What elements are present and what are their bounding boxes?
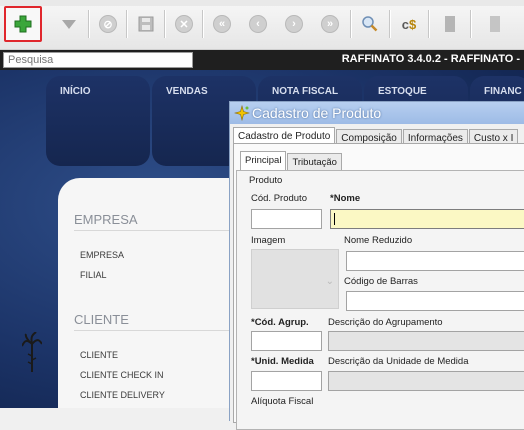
menu-item-filial[interactable]: FILIAL [80,270,107,280]
toolbar-separator [428,10,430,38]
add-icon [14,15,32,33]
label-nome-reduzido: Nome Reduzido [344,235,413,246]
save-icon [138,16,154,32]
search-input[interactable] [3,52,193,68]
sparkle-icon [234,105,250,121]
delete-button[interactable]: ✕ [167,8,201,40]
more-button[interactable] [478,8,512,40]
next-record-icon: › [285,15,303,33]
palm-decoration-icon [22,332,42,372]
dialog-titlebar[interactable]: Cadastro de Produto [230,102,524,124]
label-aliquota: Alíquota Fiscal [251,396,314,407]
section-divider [74,330,244,331]
unid-medida-field[interactable] [251,371,322,391]
last-record-button[interactable]: » [313,8,347,40]
label-desc-unid: Descrição da Unidade de Medida [328,356,469,367]
label-unid-medida: *Unid. Medida [251,356,314,367]
subtab-tributacao[interactable]: Tributação [287,153,342,171]
desc-agrup-field [328,331,524,351]
nome-reduzido-field[interactable] [346,251,524,271]
next-record-button[interactable]: › [277,8,311,40]
chevron-down-icon: ⌄ [325,276,334,287]
menu-item-cliente-check-in[interactable]: CLIENTE CHECK IN [80,370,164,380]
label-codigo-barras: Código de Barras [344,276,418,287]
section-title-empresa: EMPRESA [74,212,138,227]
toolbar-separator [202,10,204,38]
codigo-barras-field[interactable] [346,291,524,311]
first-record-icon: « [213,15,231,33]
toolbar-separator [470,10,472,38]
report-button[interactable] [433,8,467,40]
toolbar-top-strip [0,0,524,6]
menu-tab-label: VENDAS [166,86,208,97]
toolbar-separator [88,10,90,38]
label-cod-produto: Cód. Produto [251,193,307,204]
toolbar-separator [350,10,352,38]
menu-tab-inicio[interactable]: INÍCIO [46,76,150,166]
side-panel: EMPRESA EMPRESA FILIAL CLIENTE CLIENTE C… [58,178,258,408]
section-divider [74,230,244,231]
cost-icon: c$ [401,16,417,32]
cod-agrup-field[interactable] [251,331,322,351]
toolbar-separator [126,10,128,38]
previous-record-icon: ‹ [249,15,267,33]
dropdown-icon [62,20,76,29]
add-button[interactable] [4,6,42,42]
menu-tab-label: NOTA FISCAL [272,86,339,97]
cod-produto-field[interactable] [251,209,322,229]
cancel-icon: ⊘ [99,15,117,33]
desc-unid-field [328,371,524,391]
delete-icon: ✕ [175,15,193,33]
report-icon [445,16,455,32]
toolbar-separator [389,10,391,38]
nome-field[interactable] [330,209,524,229]
previous-record-button[interactable]: ‹ [241,8,275,40]
menu-tab-label: INÍCIO [60,86,91,97]
dropdown-button[interactable] [52,8,86,40]
search-bar: RAFFINATO 3.4.0.2 - RAFFINATO - [0,50,524,70]
label-cod-agrup-text: *Cód. Agrup. [251,317,309,328]
product-image-box[interactable]: ⌄ [251,249,339,309]
menu-item-cliente[interactable]: CLIENTE [80,350,118,360]
menu-tab-label: ESTOQUE [378,86,427,97]
text-cursor [334,213,335,225]
section-title-cliente: CLIENTE [74,312,129,327]
cancel-button[interactable]: ⊘ [91,8,125,40]
cost-button[interactable]: c$ [392,8,426,40]
more-icon [490,16,500,32]
label-desc-agrup: Descrição do Agrupamento [328,317,443,328]
last-record-icon: » [321,15,339,33]
menu-tab-label: FINANC [484,86,522,97]
save-button[interactable] [129,8,163,40]
label-nome: *Nome [330,193,360,204]
label-imagem: Imagem [251,235,286,246]
dialog-title: Cadastro de Produto [252,105,382,121]
label-cod-agrup: *Cód. Agrup. [251,317,309,328]
label-unid-medida-text: *Unid. Medida [251,356,314,367]
menu-item-empresa[interactable]: EMPRESA [80,250,124,260]
dialog-subtabs: Principal Tributação [240,151,343,171]
group-label-produto: Produto [249,175,283,186]
search-button[interactable] [353,8,387,40]
search-icon [362,16,378,32]
menu-item-cliente-delivery[interactable]: CLIENTE DELIVERY [80,390,165,400]
toolbar: ⊘ ✕ « ‹ › » c$ [0,0,524,50]
label-nome-text: Nome [333,193,361,204]
subtab-principal[interactable]: Principal [240,151,287,171]
toolbar-separator [164,10,166,38]
app-title: RAFFINATO 3.4.0.2 - RAFFINATO - [341,53,520,65]
first-record-button[interactable]: « [205,8,239,40]
